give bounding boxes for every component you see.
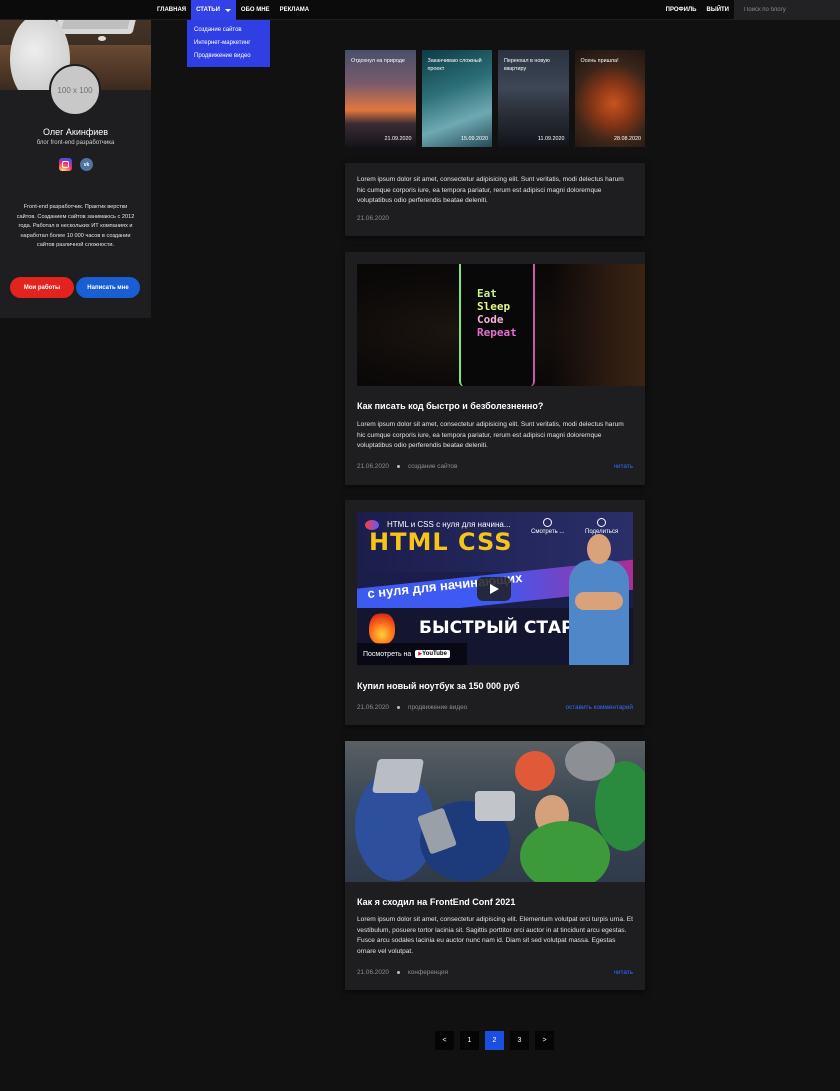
post-title[interactable]: Как писать код быстро и безболезненно? bbox=[357, 401, 543, 411]
share-label: Поделиться bbox=[585, 529, 619, 535]
post-image[interactable]: Eat Sleep Code Repeat bbox=[357, 264, 645, 386]
nav-item-articles[interactable]: СТАТЬИ bbox=[191, 0, 236, 20]
youtube-logo: YouTube bbox=[415, 650, 450, 658]
nav-menu: ГЛАВНАЯ СТАТЬИ ОБО МНЕ РЕКЛАМА bbox=[152, 0, 314, 20]
post-image[interactable] bbox=[345, 741, 645, 882]
image-word: Repeat bbox=[477, 326, 517, 339]
post-category[interactable]: продвижение видео bbox=[408, 704, 467, 711]
video-headline: HTML CSS bbox=[369, 528, 513, 556]
logout-link[interactable]: ВЫЙТИ bbox=[702, 0, 735, 20]
articles-dropdown: Создание сайтов Интернет-маркетинг Продв… bbox=[187, 20, 270, 67]
featured-posts: Отдохнул на природе 21.09.2020 Заканчива… bbox=[345, 50, 645, 147]
featured-post[interactable]: Отдохнул на природе 21.09.2020 bbox=[345, 50, 416, 147]
pagination: < 1 2 3 > bbox=[435, 1031, 554, 1050]
avatar: 100 x 100 bbox=[49, 64, 101, 116]
sidebar: 100 x 100 Олег Акинфиев блог front-end р… bbox=[0, 0, 151, 318]
post-category[interactable]: конференция bbox=[408, 969, 448, 976]
featured-post-title: Осень пришла! bbox=[580, 58, 619, 64]
post-meta: 21.06.2020 продвижение видео bbox=[357, 704, 467, 711]
instagram-icon[interactable] bbox=[59, 158, 72, 171]
featured-post-date: 28.08.2020 bbox=[614, 136, 641, 142]
profile-link[interactable]: ПРОФИЛЬ bbox=[661, 0, 702, 20]
page-button-3[interactable]: 3 bbox=[510, 1031, 529, 1050]
watch-later-button[interactable]: Смотреть ... bbox=[531, 518, 564, 535]
separator-dot bbox=[397, 465, 400, 468]
video-embed[interactable]: HTML CSS с нуля для начинающих БЫСТРЫЙ С… bbox=[357, 512, 633, 665]
post-card: Как я сходил на FrontEnd Conf 2021 Lorem… bbox=[345, 741, 645, 990]
read-more-link[interactable]: читать bbox=[614, 969, 633, 976]
post-category[interactable]: создание сайтов bbox=[408, 463, 457, 470]
video-presenter bbox=[569, 534, 629, 665]
post-card: Eat Sleep Code Repeat Как писать код быс… bbox=[345, 252, 645, 485]
post-card: HTML CSS с нуля для начинающих БЫСТРЫЙ С… bbox=[345, 500, 645, 725]
video-bottom-text: БЫСТРЫЙ СТАРТ bbox=[419, 618, 586, 638]
share-button[interactable]: Поделиться bbox=[585, 518, 618, 535]
dropdown-item-video[interactable]: Продвижение видео bbox=[187, 50, 270, 63]
post-title[interactable]: Как я сходил на FrontEnd Conf 2021 bbox=[357, 897, 515, 907]
featured-post-date: 21.09.2020 bbox=[384, 136, 412, 142]
read-more-link[interactable]: читать bbox=[614, 463, 633, 470]
author-bio: Front-end разработчик. Практик верстки с… bbox=[16, 204, 135, 249]
post-title[interactable]: Купил новый ноутбук за 150 000 руб bbox=[357, 681, 520, 691]
page-button-2[interactable]: 2 bbox=[485, 1031, 504, 1050]
post-card: Lorem ipsum dolor sit amet, consectetur … bbox=[345, 163, 645, 236]
video-title[interactable]: HTML и CSS с нуля для начина... bbox=[387, 520, 511, 529]
comment-link[interactable]: оставить комментарий bbox=[565, 704, 633, 711]
dropdown-item-marketing[interactable]: Интернет-маркетинг bbox=[187, 37, 270, 50]
write-me-button[interactable]: Написать мне bbox=[76, 277, 140, 298]
post-meta: 21.06.2020 конференция bbox=[357, 969, 448, 976]
image-word: Code bbox=[477, 313, 504, 326]
social-links: vk bbox=[59, 158, 93, 171]
post-text: Lorem ipsum dolor sit amet, consectetur … bbox=[357, 176, 624, 205]
separator-dot bbox=[397, 706, 400, 709]
nav-user-menu: ПРОФИЛЬ ВЫЙТИ bbox=[661, 0, 734, 20]
separator-dot bbox=[397, 971, 400, 974]
post-date: 21.06.2020 bbox=[357, 215, 389, 222]
nav-item-home[interactable]: ГЛАВНАЯ bbox=[152, 0, 191, 20]
post-text: Lorem ipsum dolor sit amet, consectetur … bbox=[357, 421, 624, 450]
channel-logo-icon[interactable] bbox=[365, 520, 379, 530]
share-icon bbox=[597, 518, 607, 527]
top-nav: ГЛАВНАЯ СТАТЬИ ОБО МНЕ РЕКЛАМА ПРОФИЛЬ В… bbox=[0, 0, 840, 20]
page-button-1[interactable]: 1 bbox=[460, 1031, 479, 1050]
nav-item-articles-label: СТАТЬИ bbox=[196, 7, 220, 13]
featured-post-title: Заканчиваю сложный проект bbox=[427, 58, 482, 72]
author-name: Олег Акинфиев bbox=[42, 127, 109, 137]
featured-post[interactable]: Переехал в новую квартиру 11.09.2020 bbox=[498, 50, 569, 147]
featured-post-title: Отдохнул на природе bbox=[351, 58, 405, 64]
watch-later-label: Смотреть ... bbox=[531, 529, 565, 535]
post-meta: 21.06.2020 bbox=[357, 215, 389, 222]
search-input[interactable] bbox=[734, 0, 840, 20]
post-date: 21.06.2020 bbox=[357, 463, 389, 470]
nav-item-ads[interactable]: РЕКЛАМА bbox=[275, 0, 315, 20]
my-works-button[interactable]: Мои работы bbox=[10, 277, 74, 298]
image-word: Sleep bbox=[477, 300, 511, 313]
play-icon[interactable] bbox=[477, 577, 511, 601]
fire-icon bbox=[369, 612, 395, 644]
post-text: Lorem ipsum dolor sit amet, consectetur … bbox=[357, 916, 633, 955]
clock-icon bbox=[543, 518, 553, 527]
post-meta: 21.06.2020 создание сайтов bbox=[357, 463, 457, 470]
featured-post-date: 15.09.2020 bbox=[461, 136, 488, 142]
watch-on-youtube-button[interactable]: Посмотреть на YouTube bbox=[357, 643, 467, 665]
dropdown-item-web-dev[interactable]: Создание сайтов bbox=[187, 24, 270, 37]
post-date: 21.06.2020 bbox=[357, 704, 389, 711]
watch-on-label: Посмотреть на bbox=[363, 650, 412, 658]
post-date: 21.06.2020 bbox=[357, 969, 389, 976]
chevron-down-icon bbox=[224, 8, 231, 12]
featured-post-date: 11.09.2020 bbox=[537, 136, 565, 142]
prev-page-button[interactable]: < bbox=[435, 1031, 454, 1050]
next-page-button[interactable]: > bbox=[535, 1031, 554, 1050]
vk-icon[interactable]: vk bbox=[80, 158, 93, 171]
nav-item-about[interactable]: ОБО МНЕ bbox=[236, 0, 275, 20]
featured-post[interactable]: Осень пришла! 28.08.2020 bbox=[574, 50, 645, 147]
image-word: Eat bbox=[477, 287, 497, 300]
author-subtitle: блог front-end разработчика bbox=[36, 140, 115, 146]
featured-post[interactable]: Заканчиваю сложный проект 15.09.2020 bbox=[421, 50, 492, 147]
featured-post-title: Переехал в новую квартиру bbox=[504, 58, 550, 72]
